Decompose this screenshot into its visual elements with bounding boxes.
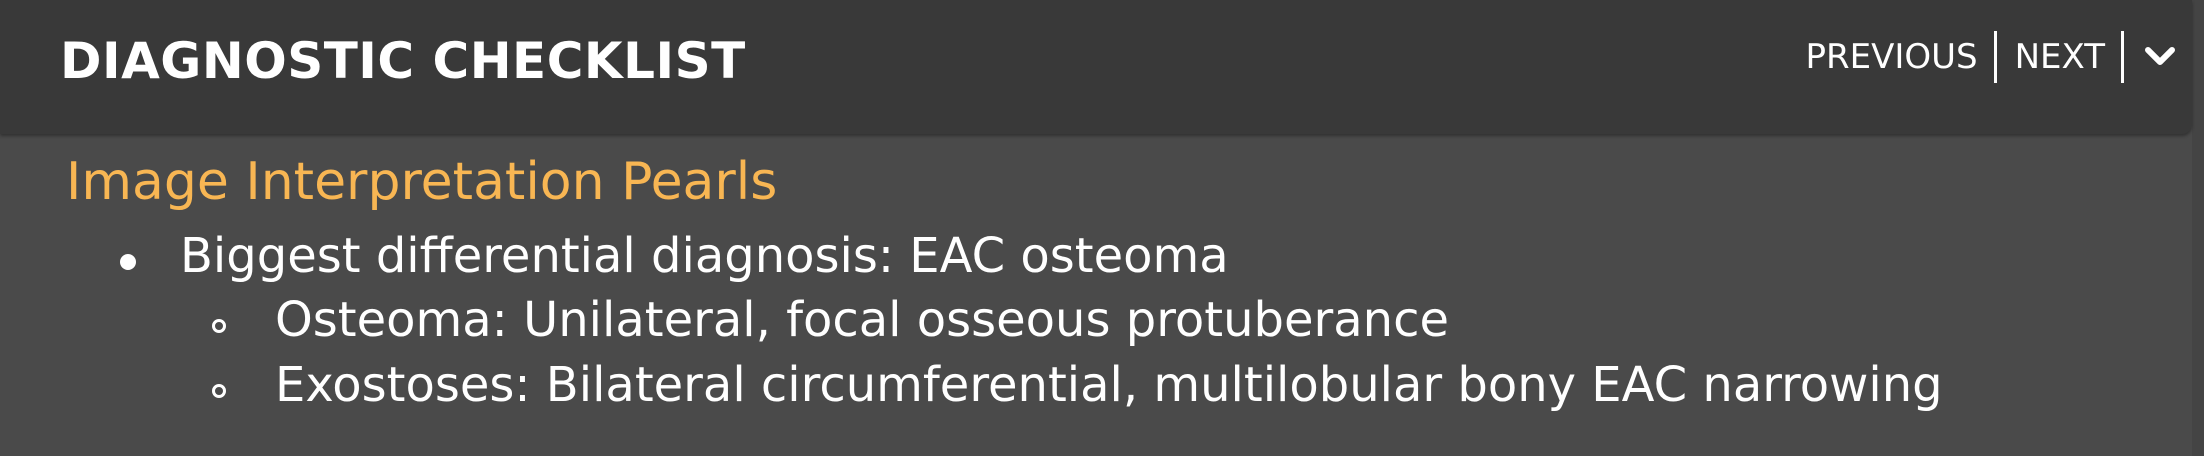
section-title: Image Interpretation Pearls xyxy=(66,152,778,212)
panel-edge xyxy=(2192,0,2204,456)
sub-list-item: Exostoses: Bilateral circumferential, mu… xyxy=(275,357,1943,413)
panel-title: DIAGNOSTIC CHECKLIST xyxy=(60,32,746,90)
panel-nav: PREVIOUS NEXT xyxy=(1805,30,2178,84)
panel-header: DIAGNOSTIC CHECKLIST PREVIOUS NEXT xyxy=(0,0,2192,134)
nav-divider xyxy=(2121,31,2124,83)
diagnostic-checklist-panel: DIAGNOSTIC CHECKLIST PREVIOUS NEXT Image… xyxy=(0,0,2204,456)
previous-link[interactable]: PREVIOUS xyxy=(1805,37,1977,77)
bullet-circle-icon xyxy=(212,319,226,333)
list-item: Biggest differential diagnosis: EAC oste… xyxy=(180,228,1229,284)
next-link[interactable]: NEXT xyxy=(2015,37,2105,77)
nav-divider xyxy=(1993,31,1997,83)
bullet-disc-icon xyxy=(120,254,136,270)
chevron-down-icon[interactable] xyxy=(2142,37,2178,77)
bullet-circle-icon xyxy=(212,384,226,398)
sub-list-item: Osteoma: Unilateral, focal osseous protu… xyxy=(275,292,1449,348)
